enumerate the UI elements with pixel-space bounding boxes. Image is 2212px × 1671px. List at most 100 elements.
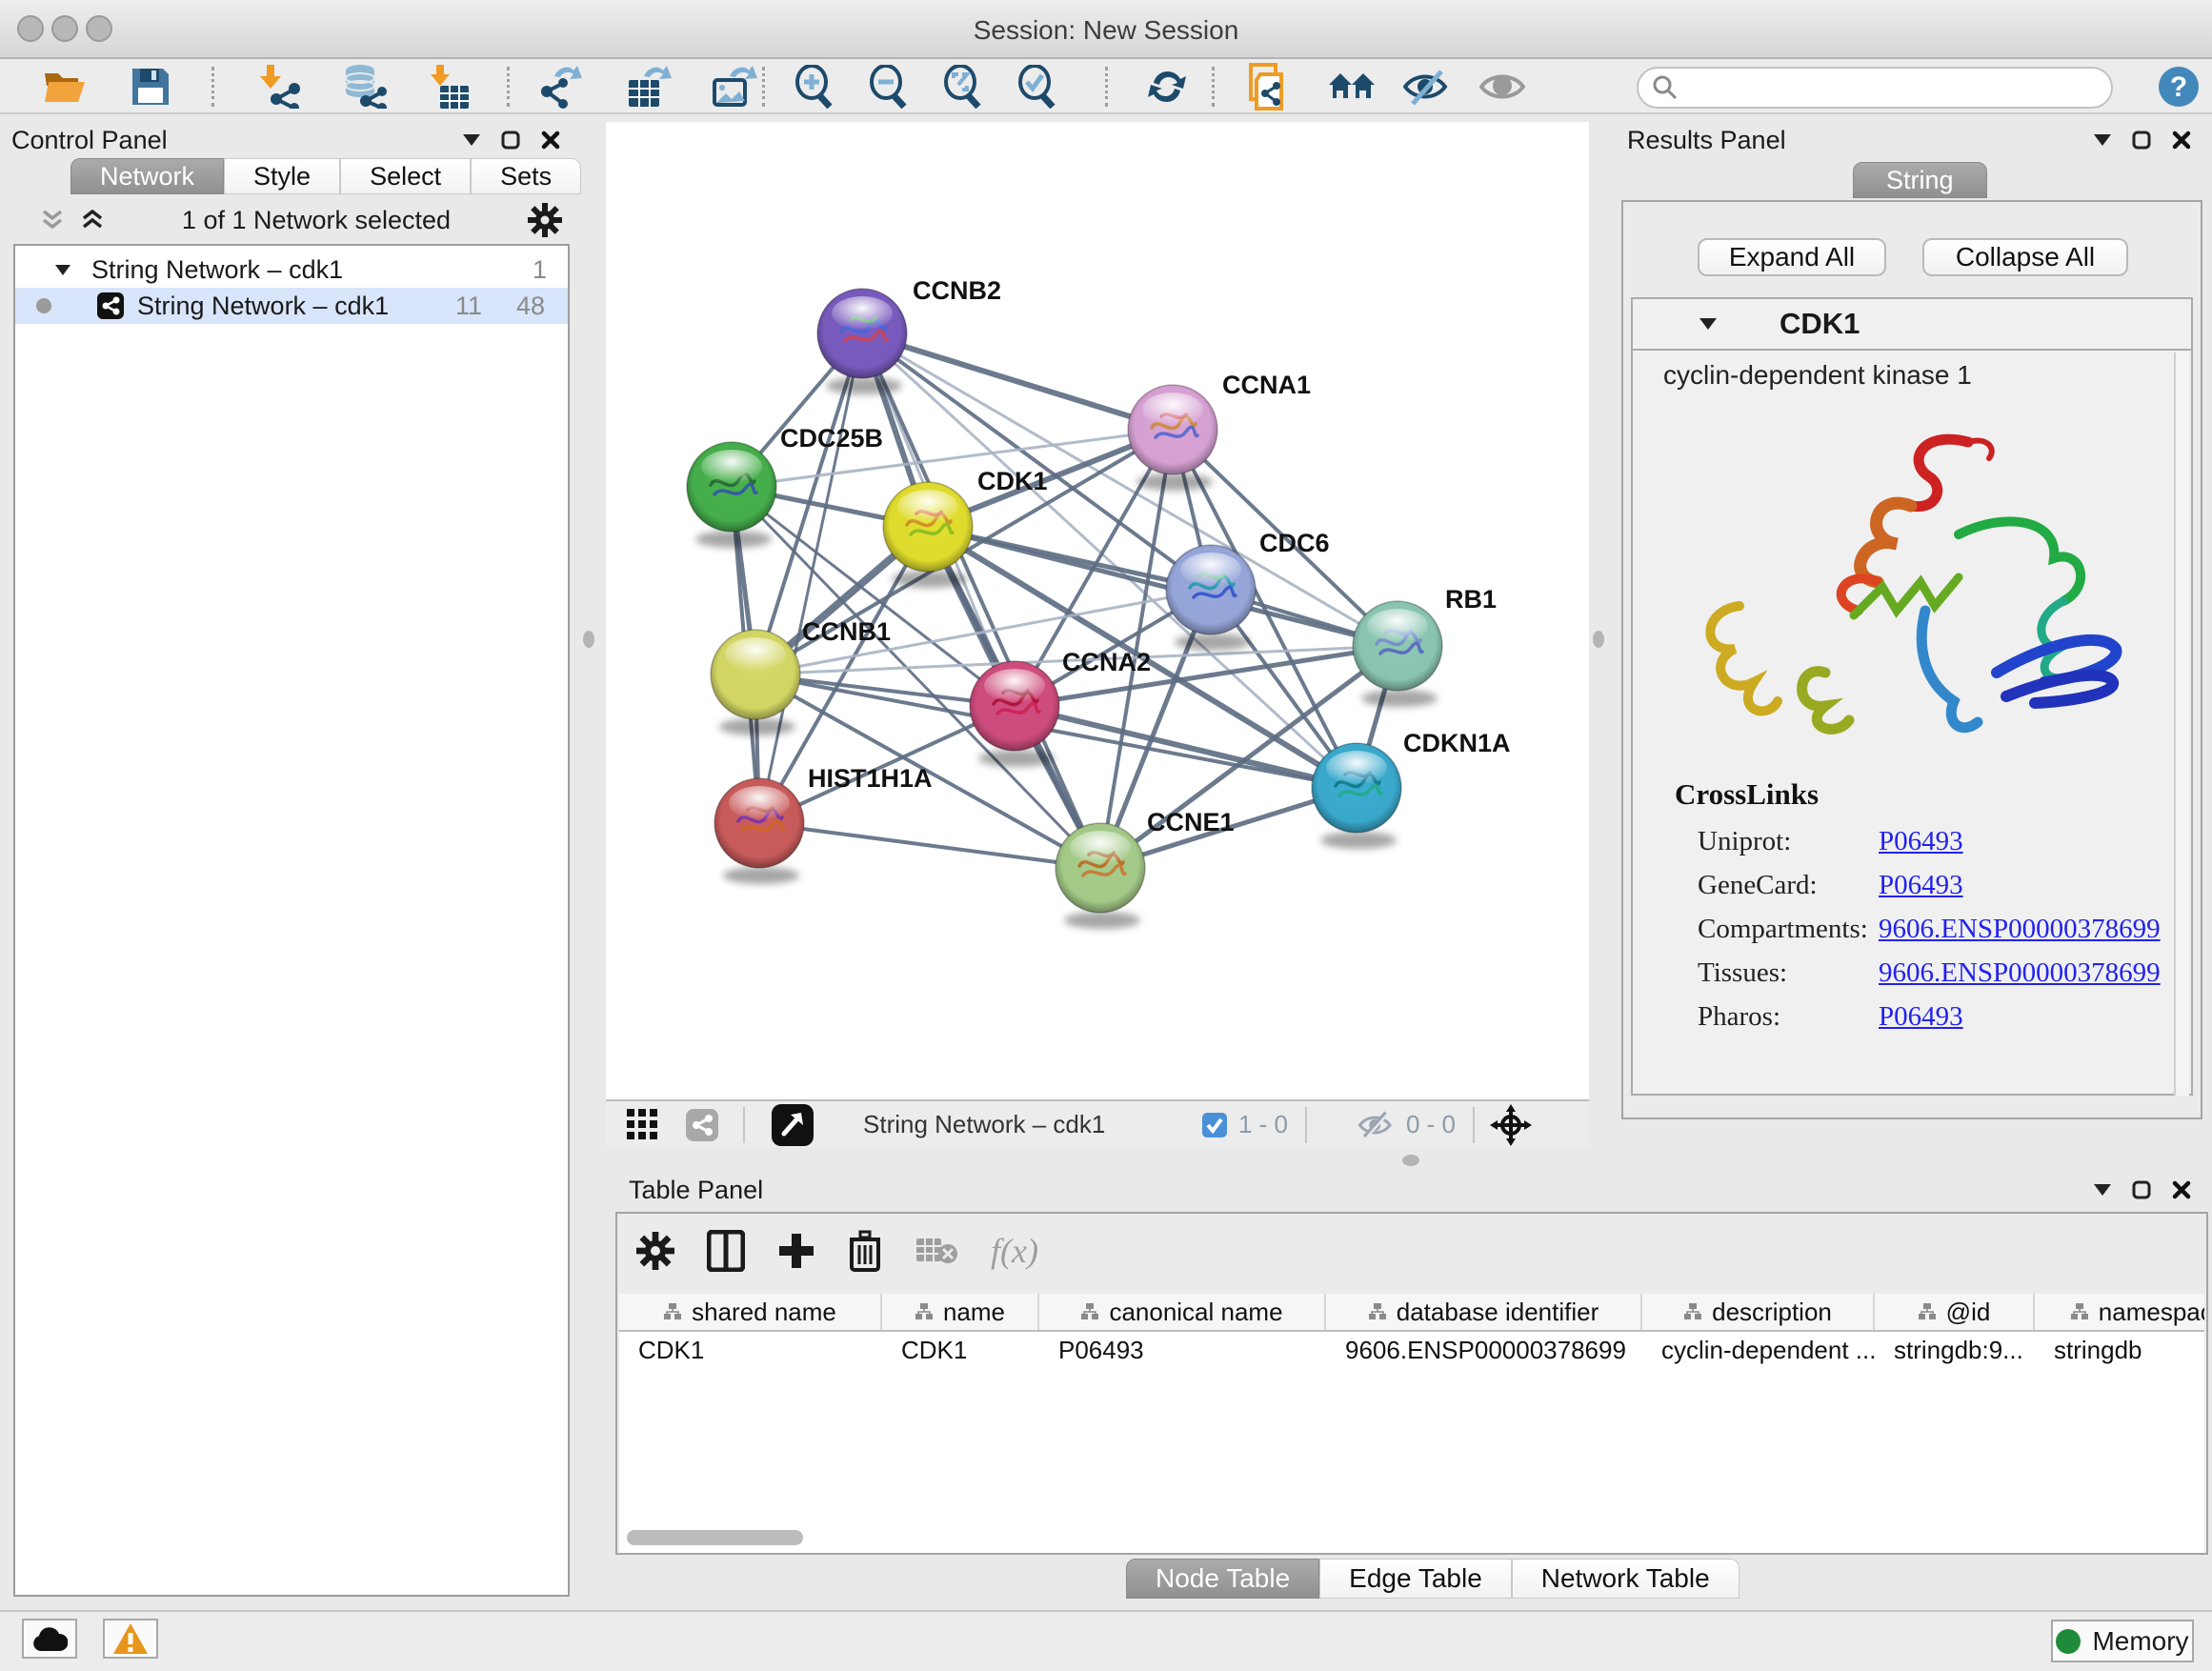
zoom-fit-button[interactable] bbox=[937, 65, 987, 109]
zoom-out-button[interactable] bbox=[863, 65, 913, 109]
crosslink-link[interactable]: P06493 bbox=[1879, 1001, 1963, 1033]
tab-edge-table[interactable]: Edge Table bbox=[1319, 1559, 1512, 1599]
selected-checkbox-icon[interactable] bbox=[1202, 1113, 1227, 1137]
column-header-canonical-name[interactable]: canonical name bbox=[1039, 1294, 1326, 1330]
network-canvas[interactable]: CCNB2CCNA1CDC25BCDK1CDC6RB1CCNB1CCNA2CDK… bbox=[606, 122, 1589, 1099]
table-cell: 9606.ENSP00000378699 bbox=[1326, 1332, 1642, 1368]
panel-float-icon[interactable] bbox=[2132, 131, 2151, 150]
tab-network[interactable]: Network bbox=[70, 158, 224, 194]
export-network-button[interactable] bbox=[539, 65, 589, 109]
crosslink-link[interactable]: P06493 bbox=[1879, 826, 1963, 857]
zoom-selected-icon bbox=[1015, 65, 1058, 109]
panel-float-icon[interactable] bbox=[501, 131, 520, 150]
fit-content-crosshair-icon[interactable] bbox=[1490, 1104, 1532, 1146]
crosslink-link[interactable]: 9606.ENSP00000378699 bbox=[1879, 914, 2161, 945]
help-button[interactable]: ? bbox=[2154, 65, 2203, 109]
node-HIST1H1A[interactable]: HIST1H1A bbox=[714, 764, 933, 884]
memory-button[interactable]: Memory bbox=[2051, 1620, 2194, 1662]
table-panel-title: Table Panel bbox=[629, 1176, 763, 1205]
panel-menu-icon[interactable] bbox=[463, 134, 480, 146]
panel-menu-icon[interactable] bbox=[2094, 134, 2111, 146]
results-scrollbar[interactable] bbox=[2174, 352, 2189, 1096]
results-tab-string[interactable]: String bbox=[1853, 162, 1987, 198]
create-column-plus-icon[interactable] bbox=[777, 1232, 815, 1270]
node-table: shared namenamecanonical namedatabase id… bbox=[619, 1294, 2204, 1553]
tab-sets[interactable]: Sets bbox=[471, 158, 581, 194]
tab-style[interactable]: Style bbox=[224, 158, 340, 194]
edge-CCNB2-HIST1H1A[interactable] bbox=[759, 333, 862, 823]
function-builder-fx[interactable]: f(x) bbox=[991, 1231, 1038, 1271]
node-RB1[interactable]: RB1 bbox=[1353, 585, 1497, 707]
network-collection-row[interactable]: String Network – cdk1 1 bbox=[15, 252, 568, 288]
node-CDC6[interactable]: CDC6 bbox=[1166, 529, 1330, 651]
column-header-database-identifier[interactable]: database identifier bbox=[1326, 1294, 1642, 1330]
horizontal-splitter-handle[interactable] bbox=[1402, 1155, 1419, 1166]
collection-expand-icon[interactable] bbox=[55, 265, 70, 275]
table-row[interactable]: CDK1CDK1P064939606.ENSP00000378699cyclin… bbox=[619, 1332, 2204, 1368]
gene-collapse-icon[interactable] bbox=[1699, 318, 1717, 330]
node-CDK1[interactable]: CDK1 bbox=[883, 467, 1048, 588]
node-shadow bbox=[1320, 832, 1397, 849]
crosslink-link[interactable]: 9606.ENSP00000378699 bbox=[1879, 957, 2161, 989]
export-table-button[interactable] bbox=[625, 65, 674, 109]
network-graph[interactable]: CCNB2CCNA1CDC25BCDK1CDC6RB1CCNB1CCNA2CDK… bbox=[606, 122, 1589, 1099]
panel-close-icon[interactable] bbox=[2172, 131, 2191, 150]
crosslinks-list: Uniprot:P06493GeneCard:P06493Compartment… bbox=[1675, 819, 2191, 1038]
import-table-button[interactable] bbox=[425, 65, 474, 109]
import-network-file-button[interactable] bbox=[253, 65, 303, 109]
left-splitter-handle[interactable] bbox=[583, 631, 594, 648]
panel-close-icon[interactable] bbox=[2172, 1180, 2191, 1199]
edge-HIST1H1A-CCNE1[interactable] bbox=[759, 823, 1100, 868]
collapse-all-button[interactable]: Collapse All bbox=[1922, 238, 2128, 276]
expand-all-button[interactable]: Expand All bbox=[1698, 238, 1886, 276]
node-CCNA2[interactable]: CCNA2 bbox=[970, 648, 1151, 767]
hide-selected-button[interactable] bbox=[1401, 65, 1451, 109]
gene-section-header[interactable]: CDK1 bbox=[1633, 299, 2191, 351]
zoom-selected-button[interactable] bbox=[1012, 65, 1061, 109]
network-row-selected[interactable]: String Network – cdk1 11 48 bbox=[15, 288, 568, 324]
open-session-button[interactable] bbox=[40, 65, 90, 109]
warning-button[interactable] bbox=[103, 1619, 158, 1659]
column-header-description[interactable]: description bbox=[1642, 1294, 1875, 1330]
show-grid-icon[interactable] bbox=[627, 1109, 659, 1141]
network-options-gear-icon[interactable] bbox=[528, 203, 562, 237]
first-neighbors-button[interactable] bbox=[1327, 65, 1377, 109]
node-CDKN1A[interactable]: CDKN1A bbox=[1312, 729, 1511, 849]
collapse-all-networks-icon[interactable] bbox=[80, 210, 105, 231]
zoom-in-button[interactable] bbox=[789, 65, 838, 109]
panel-close-icon[interactable] bbox=[541, 131, 560, 150]
table-panel-body: f(x) shared namenamecanonical namedataba… bbox=[615, 1212, 2208, 1555]
column-header-@id[interactable]: @id bbox=[1875, 1294, 2035, 1330]
search-input[interactable] bbox=[1679, 73, 2079, 103]
export-image-button[interactable] bbox=[711, 65, 760, 109]
panel-float-icon[interactable] bbox=[2132, 1180, 2151, 1199]
show-columns-icon[interactable] bbox=[707, 1230, 745, 1272]
detach-view-icon[interactable] bbox=[772, 1104, 814, 1146]
table-hscrollbar[interactable] bbox=[627, 1530, 803, 1545]
column-header-label: description bbox=[1712, 1298, 1832, 1327]
table-options-gear-icon[interactable] bbox=[636, 1232, 674, 1270]
import-network-database-button[interactable] bbox=[339, 65, 389, 109]
new-network-from-selection-button[interactable] bbox=[1246, 65, 1296, 109]
node-gloss bbox=[1142, 393, 1203, 427]
edge-CCNB2-CCNA1[interactable] bbox=[862, 333, 1173, 430]
control-panel-header: Control Panel bbox=[11, 122, 570, 158]
right-splitter-handle[interactable] bbox=[1593, 631, 1604, 648]
panel-menu-icon[interactable] bbox=[2094, 1184, 2111, 1196]
column-header-name[interactable]: name bbox=[882, 1294, 1039, 1330]
tab-select[interactable]: Select bbox=[340, 158, 471, 194]
delete-column-trash-icon[interactable] bbox=[848, 1230, 882, 1272]
view-share-icon[interactable] bbox=[686, 1109, 718, 1141]
column-header-namespace[interactable]: namespace bbox=[2035, 1294, 2204, 1330]
tab-network-table[interactable]: Network Table bbox=[1512, 1559, 1739, 1599]
expand-all-networks-icon[interactable] bbox=[40, 210, 65, 231]
refresh-view-button[interactable] bbox=[1142, 65, 1192, 109]
crosslink-link[interactable]: P06493 bbox=[1879, 870, 1963, 901]
show-all-button[interactable] bbox=[1478, 65, 1527, 109]
cloud-button[interactable] bbox=[22, 1619, 77, 1659]
save-session-button[interactable] bbox=[126, 65, 175, 109]
column-header-shared-name[interactable]: shared name bbox=[619, 1294, 882, 1330]
tab-node-table[interactable]: Node Table bbox=[1126, 1559, 1319, 1599]
title-bar: Session: New Session bbox=[0, 0, 2212, 59]
delete-table-icon[interactable] bbox=[915, 1235, 958, 1267]
